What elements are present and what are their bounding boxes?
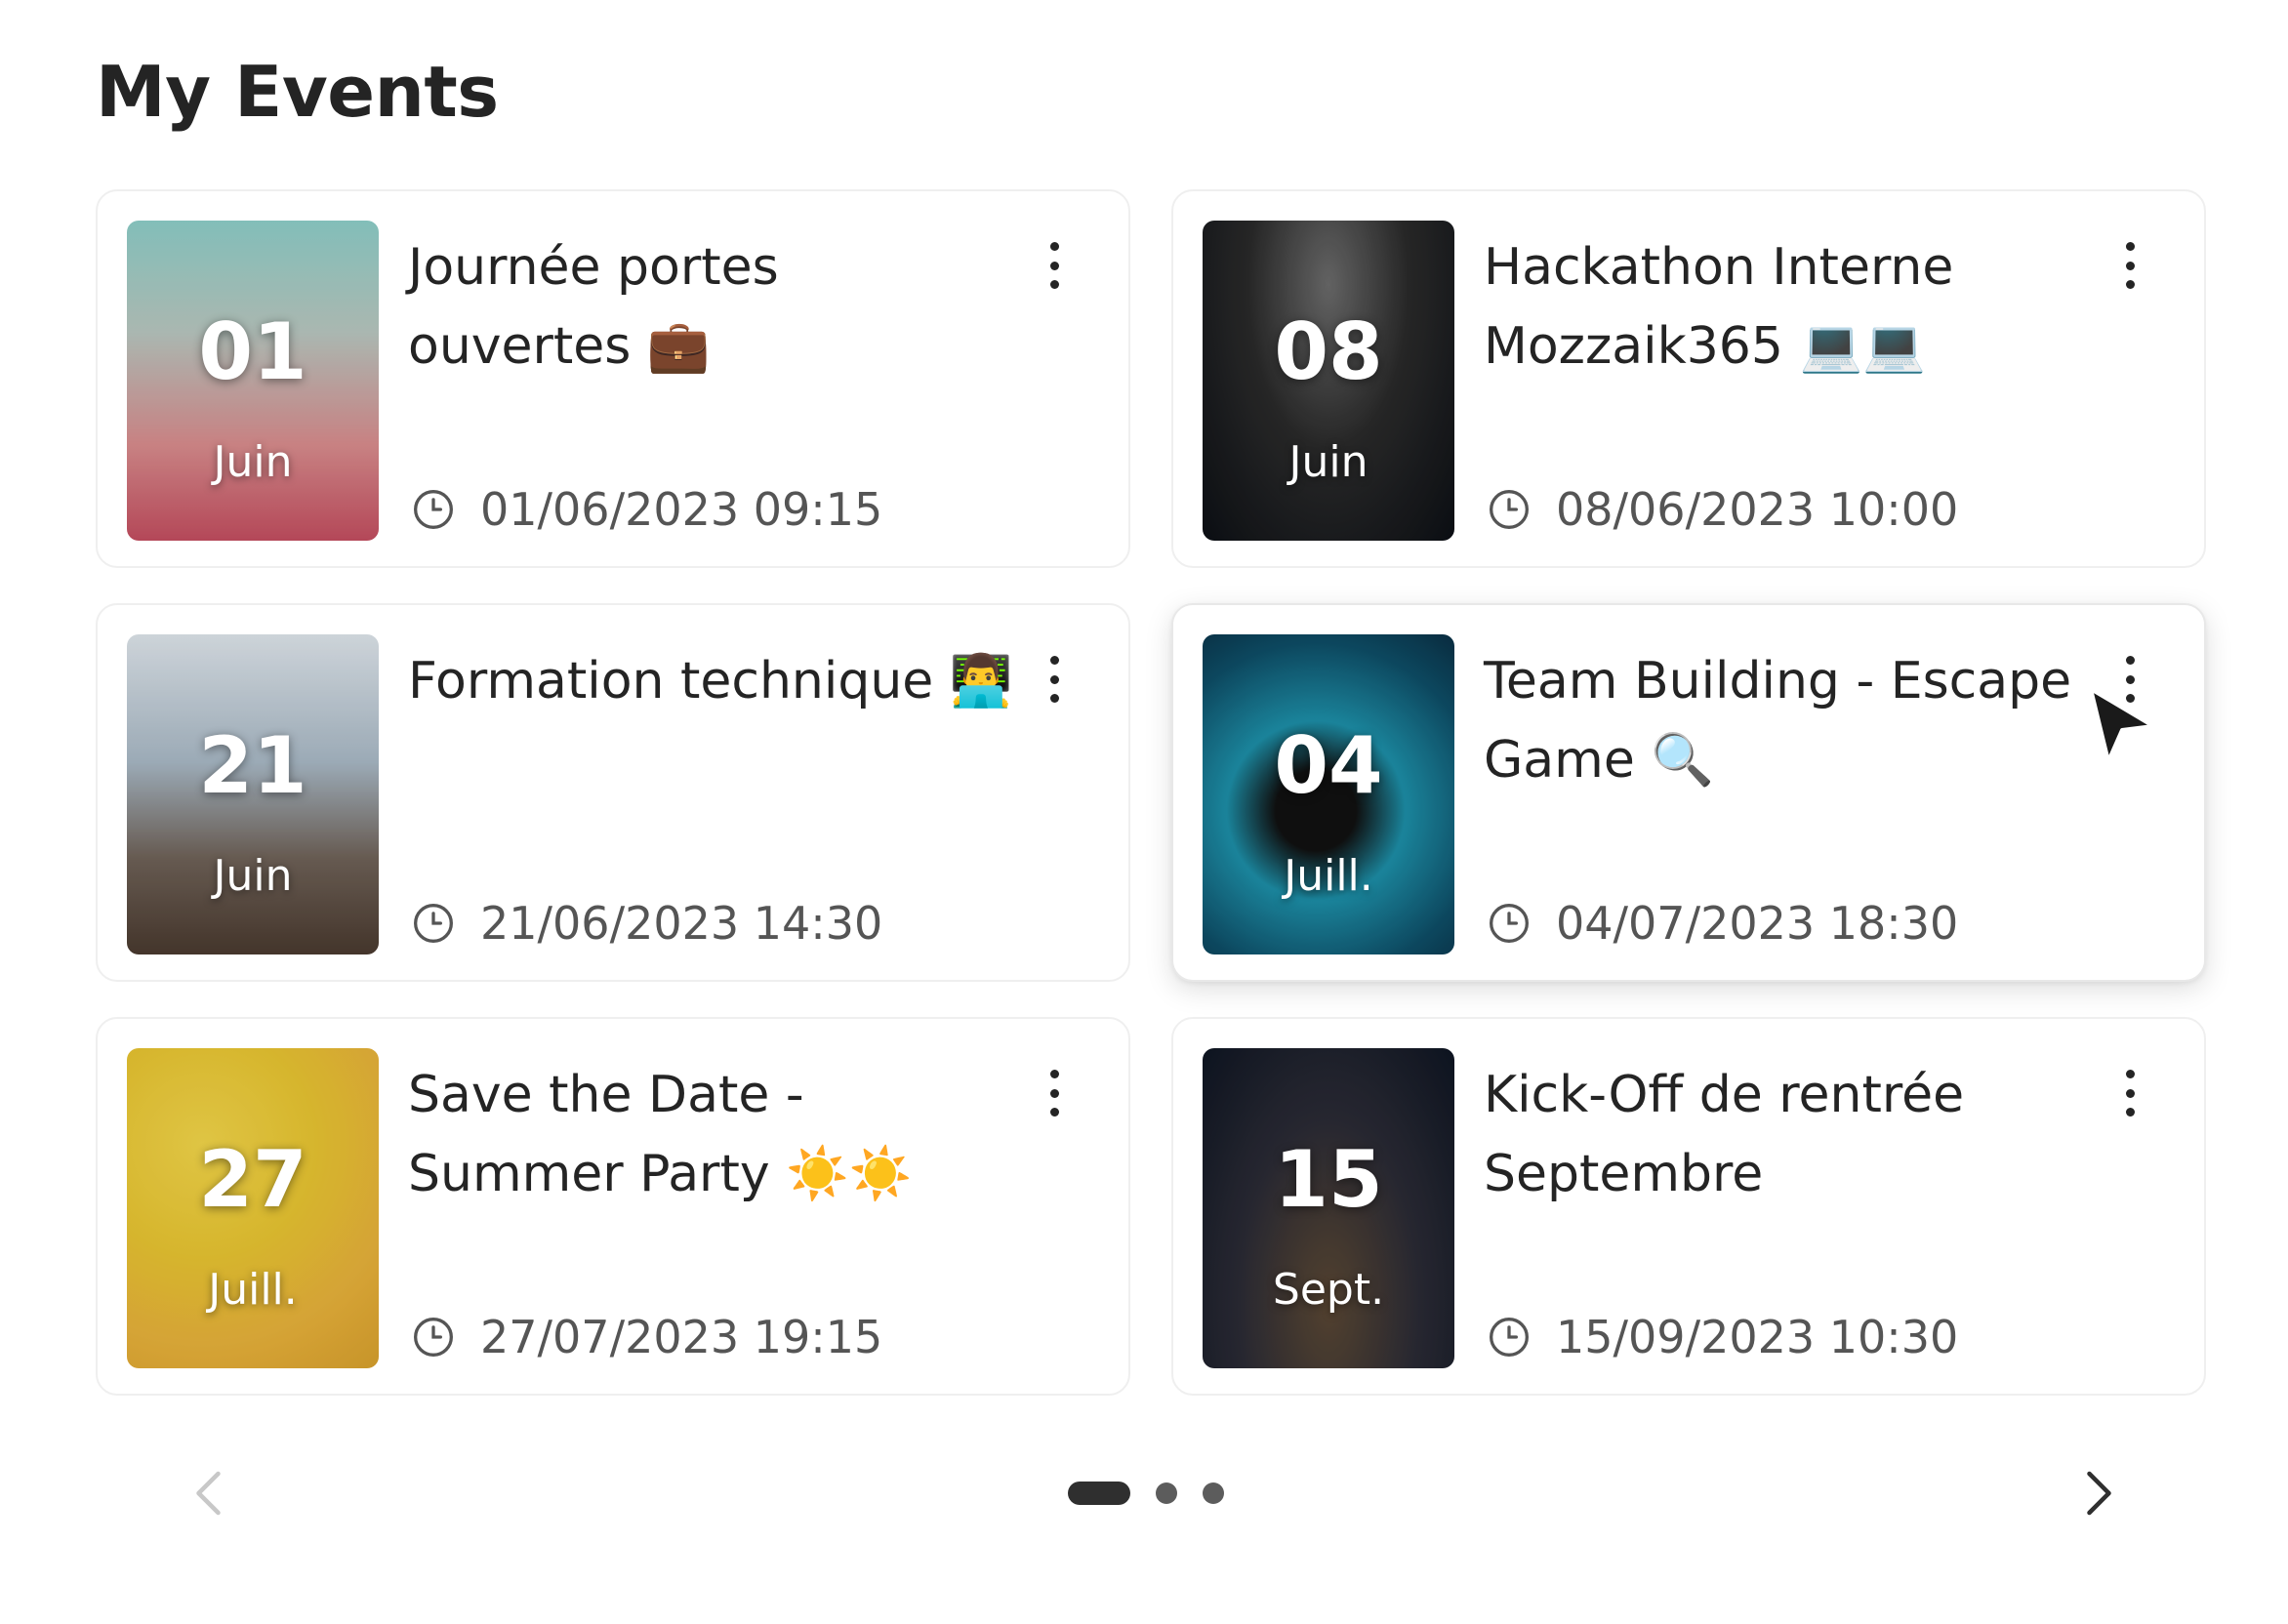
event-card[interactable]: 04 Juill. Team Building - Escape Game 🔍 … bbox=[1171, 603, 2206, 982]
event-datetime-text: 27/07/2023 19:15 bbox=[480, 1311, 883, 1363]
event-day: 01 bbox=[198, 306, 307, 397]
event-card[interactable]: 01 Juin Journée portes ouvertes 💼 01/06/… bbox=[96, 189, 1130, 568]
event-title[interactable]: Formation technique 👨‍💻 bbox=[408, 642, 1013, 721]
event-card[interactable]: 21 Juin Formation technique 👨‍💻 21/06/20… bbox=[96, 603, 1130, 982]
page-dot[interactable] bbox=[1156, 1482, 1177, 1504]
more-options-icon[interactable] bbox=[1035, 242, 1074, 289]
event-datetime-text: 15/09/2023 10:30 bbox=[1556, 1311, 1959, 1363]
page-title: My Events bbox=[96, 51, 499, 133]
clock-icon bbox=[1490, 904, 1529, 943]
events-grid: 01 Juin Journée portes ouvertes 💼 01/06/… bbox=[96, 189, 2206, 1396]
clock-icon bbox=[1490, 490, 1529, 529]
event-month: Juill. bbox=[1284, 851, 1373, 901]
event-title[interactable]: Journée portes ouvertes 💼 bbox=[408, 228, 1013, 386]
event-datetime: 08/06/2023 10:00 bbox=[1488, 480, 1958, 539]
event-datetime: 27/07/2023 19:15 bbox=[412, 1308, 882, 1366]
more-options-icon[interactable] bbox=[1035, 656, 1074, 703]
event-day: 21 bbox=[198, 720, 307, 811]
event-thumbnail: 04 Juill. bbox=[1203, 634, 1454, 954]
clock-icon bbox=[414, 1318, 453, 1357]
carousel-pager bbox=[96, 1454, 2206, 1532]
more-options-icon[interactable] bbox=[1035, 1070, 1074, 1116]
event-title[interactable]: Team Building - Escape Game 🔍 bbox=[1484, 642, 2089, 800]
chevron-right-icon[interactable] bbox=[2067, 1464, 2126, 1522]
page-indicator bbox=[1068, 1482, 1224, 1505]
page-dot[interactable] bbox=[1203, 1482, 1224, 1504]
event-datetime: 04/07/2023 18:30 bbox=[1488, 894, 1958, 953]
event-thumbnail: 27 Juill. bbox=[127, 1048, 379, 1368]
event-month: Juin bbox=[213, 851, 293, 901]
event-month: Juin bbox=[213, 437, 293, 487]
event-day: 15 bbox=[1274, 1134, 1383, 1225]
event-datetime: 21/06/2023 14:30 bbox=[412, 894, 882, 953]
event-thumbnail: 01 Juin bbox=[127, 221, 379, 541]
event-day: 04 bbox=[1274, 720, 1383, 811]
event-thumbnail: 08 Juin bbox=[1203, 221, 1454, 541]
event-datetime-text: 01/06/2023 09:15 bbox=[480, 483, 883, 536]
clock-icon bbox=[414, 490, 453, 529]
event-datetime: 01/06/2023 09:15 bbox=[412, 480, 882, 539]
more-options-icon[interactable] bbox=[2110, 1070, 2149, 1116]
clock-icon bbox=[1490, 1318, 1529, 1357]
event-thumbnail: 21 Juin bbox=[127, 634, 379, 954]
event-title[interactable]: Kick-Off de rentrée Septembre bbox=[1484, 1056, 2089, 1214]
event-month: Sept. bbox=[1272, 1265, 1385, 1315]
event-datetime-text: 08/06/2023 10:00 bbox=[1556, 483, 1959, 536]
event-title[interactable]: Save the Date - Summer Party ☀️☀️ bbox=[408, 1056, 1013, 1214]
event-datetime: 15/09/2023 10:30 bbox=[1488, 1308, 1958, 1366]
event-datetime-text: 21/06/2023 14:30 bbox=[480, 897, 883, 950]
page-dot-active[interactable] bbox=[1068, 1482, 1130, 1505]
event-title[interactable]: Hackathon Interne Mozzaik365 💻💻 bbox=[1484, 228, 2089, 386]
clock-icon bbox=[414, 904, 453, 943]
event-card[interactable]: 15 Sept. Kick-Off de rentrée Septembre 1… bbox=[1171, 1017, 2206, 1396]
event-datetime-text: 04/07/2023 18:30 bbox=[1556, 897, 1959, 950]
more-options-icon[interactable] bbox=[2110, 242, 2149, 289]
event-thumbnail: 15 Sept. bbox=[1203, 1048, 1454, 1368]
event-month: Juin bbox=[1288, 437, 1369, 487]
mouse-cursor-icon bbox=[2089, 687, 2155, 763]
event-card[interactable]: 08 Juin Hackathon Interne Mozzaik365 💻💻 … bbox=[1171, 189, 2206, 568]
chevron-left-icon[interactable] bbox=[182, 1464, 240, 1522]
event-day: 08 bbox=[1274, 306, 1383, 397]
event-day: 27 bbox=[198, 1134, 307, 1225]
event-card[interactable]: 27 Juill. Save the Date - Summer Party ☀… bbox=[96, 1017, 1130, 1396]
event-month: Juill. bbox=[208, 1265, 298, 1315]
